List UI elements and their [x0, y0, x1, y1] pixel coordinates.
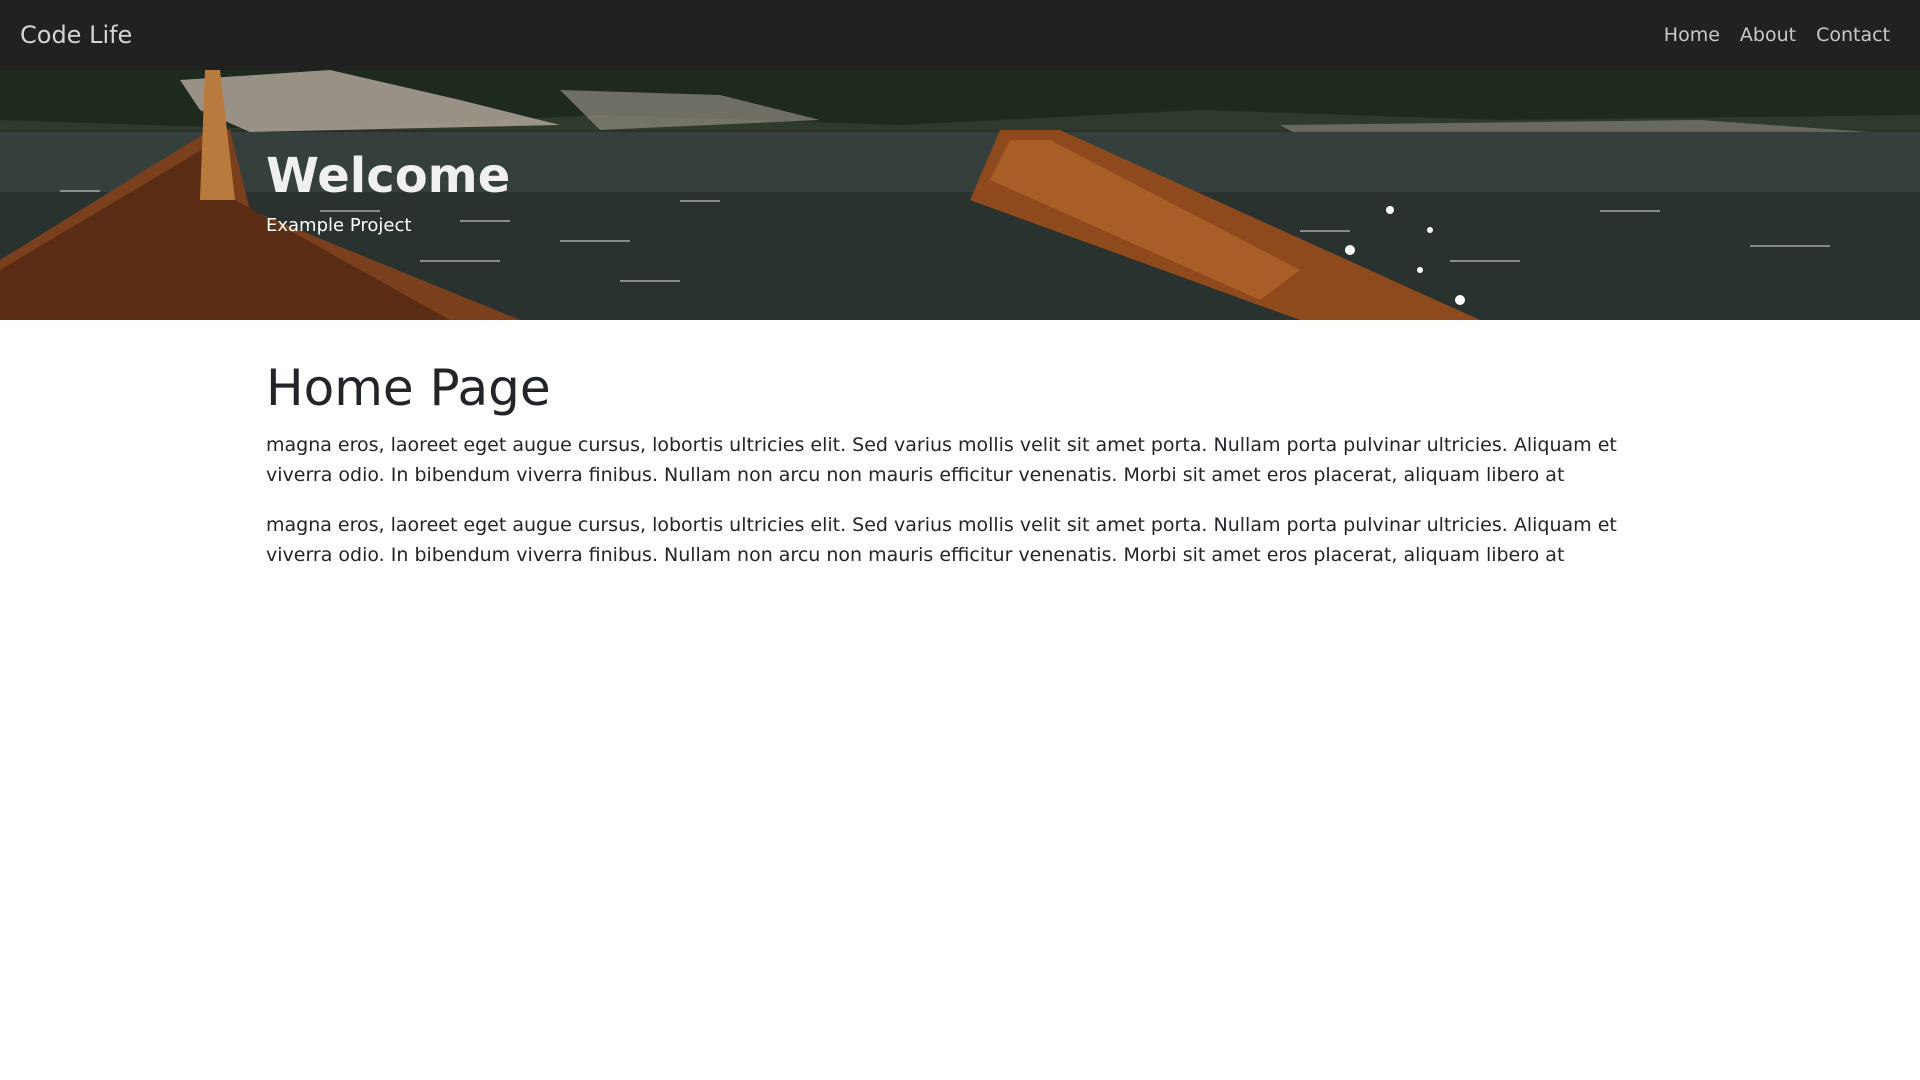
hero-banner: Welcome Example Project: [0, 70, 1920, 320]
top-navbar: Code Life Home About Contact: [0, 0, 1920, 70]
nav-about-link[interactable]: About: [1740, 24, 1796, 46]
hero-subtitle: Example Project: [266, 214, 412, 236]
nav-contact-link[interactable]: Contact: [1816, 24, 1890, 46]
hero-text: Welcome Example Project: [266, 150, 510, 236]
nav-links: Home About Contact: [1664, 24, 1890, 46]
body-paragraph: magna eros, laoreet eget augue cursus, l…: [266, 513, 1617, 566]
main-content: Home Page magna eros, laoreet eget augue…: [266, 359, 1666, 590]
page-title: Home Page: [266, 359, 551, 417]
nav-home-link[interactable]: Home: [1664, 24, 1720, 46]
body-paragraph: magna eros, laoreet eget augue cursus, l…: [266, 433, 1617, 486]
brand-link[interactable]: Code Life: [20, 21, 132, 49]
hero-title: Welcome: [266, 148, 511, 204]
